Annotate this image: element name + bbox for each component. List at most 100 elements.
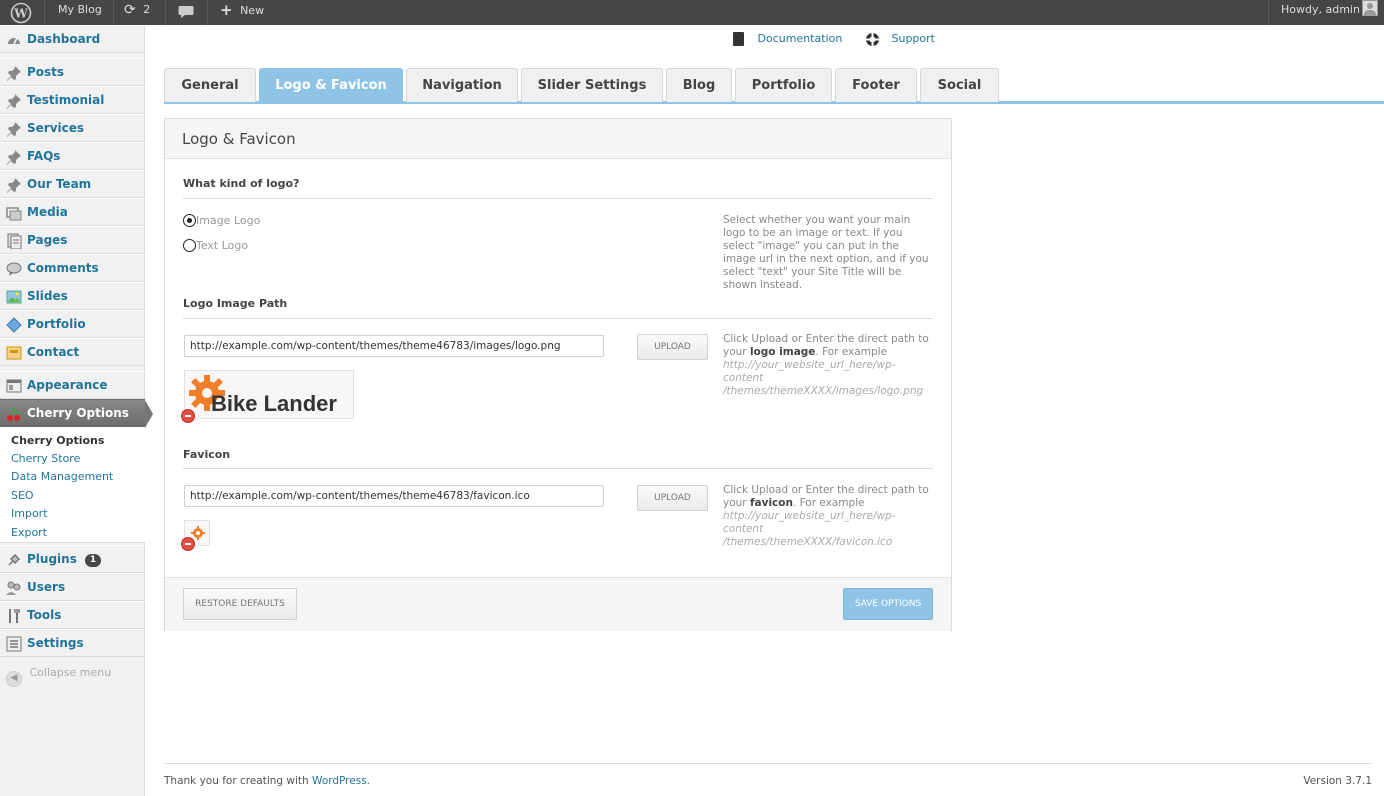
remove-logo-icon[interactable]: [181, 409, 195, 423]
desc-example: http://your_website_url_here/wp-content: [723, 510, 896, 535]
pushpin-icon: [6, 121, 22, 137]
menu-dashboard[interactable]: Dashboard: [0, 25, 145, 53]
svg-text:W: W: [13, 7, 28, 21]
logo-path-input[interactable]: [184, 335, 604, 357]
menu-label: Comments: [27, 261, 99, 275]
submenu-cherry-options[interactable]: Cherry Options: [11, 434, 104, 447]
menu-users[interactable]: Users: [0, 573, 145, 601]
howdy-text: Howdy, admin: [1281, 3, 1360, 16]
page-footer: Thank you for creating with WordPress. V…: [164, 763, 1372, 787]
submenu-data-management[interactable]: Data Management: [11, 470, 113, 483]
footer-text: .: [366, 775, 371, 787]
submenu-seo[interactable]: SEO: [11, 489, 34, 502]
menu-posts[interactable]: Posts: [0, 58, 145, 86]
footer-thanks: Thank you for creating with WordPress.: [164, 775, 370, 787]
wordpress-link[interactable]: WordPress: [312, 775, 367, 787]
desc-text: . For example: [792, 497, 865, 509]
submenu-cherry-store[interactable]: Cherry Store: [11, 452, 80, 465]
pushpin-icon: [6, 177, 22, 193]
desc-bold: logo image: [749, 346, 816, 358]
logo-text: Bike Lander: [211, 391, 337, 416]
menu-portfolio[interactable]: Portfolio: [0, 310, 145, 338]
admin-bar: W My Blog ⟳ 2 + New Howdy, admin: [0, 0, 1384, 25]
new-content-link[interactable]: + New: [220, 0, 264, 25]
radio-label: Image Logo: [196, 214, 261, 227]
comments-icon: [6, 261, 22, 277]
save-options-button[interactable]: SAVE OPTIONS: [843, 588, 933, 620]
avatar[interactable]: [1362, 0, 1378, 16]
menu-services[interactable]: Services: [0, 114, 145, 142]
dashboard-icon: [6, 32, 22, 48]
tab-navigation[interactable]: Navigation: [406, 68, 518, 102]
tab-portfolio[interactable]: Portfolio: [735, 68, 832, 102]
pushpin-icon: [6, 149, 22, 165]
remove-favicon-icon[interactable]: [181, 537, 195, 551]
menu-label: Testimonial: [27, 93, 105, 107]
submenu-import[interactable]: Import: [11, 507, 48, 520]
settings-icon: [6, 636, 22, 652]
logo-path-title: Logo Image Path: [183, 297, 288, 310]
documentation-link[interactable]: Documentation: [733, 32, 842, 46]
pushpin-icon: [6, 93, 22, 109]
tools-icon: [6, 608, 22, 624]
my-account-link[interactable]: Howdy, admin: [1281, 0, 1360, 25]
tab-social[interactable]: Social: [920, 68, 999, 102]
logo-preview: Bike Lander: [184, 370, 354, 419]
menu-slides[interactable]: Slides: [0, 282, 145, 310]
book-icon: [733, 32, 744, 46]
menu-comments[interactable]: Comments: [0, 254, 145, 282]
menu-label: Slides: [27, 289, 68, 303]
tab-footer[interactable]: Footer: [835, 68, 917, 102]
menu-cherry-options[interactable]: Cherry Options: [0, 399, 145, 427]
updates-link[interactable]: ⟳ 2: [124, 0, 150, 25]
tab-logo-favicon[interactable]: Logo & Favicon: [259, 68, 403, 102]
desc-text: . For example: [815, 346, 888, 358]
plugins-update-badge: 1: [84, 554, 102, 567]
tab-blog[interactable]: Blog: [666, 68, 732, 102]
divider: [183, 468, 933, 469]
wordpress-logo-icon[interactable]: W: [10, 2, 32, 27]
cherry-icon: [6, 406, 22, 422]
menu-label: Tools: [27, 608, 62, 622]
site-name-link[interactable]: My Blog: [58, 0, 102, 25]
panel-footer: RESTORE DEFAULTS SAVE OPTIONS: [165, 577, 951, 631]
submenu-export[interactable]: Export: [11, 526, 47, 539]
menu-appearance[interactable]: Appearance: [0, 371, 145, 399]
menu-settings[interactable]: Settings: [0, 629, 145, 657]
radio-image-logo[interactable]: Image Logo: [183, 214, 260, 227]
comment-bubble-icon: [178, 6, 194, 18]
menu-label: Appearance: [27, 378, 108, 392]
tab-slider-settings[interactable]: Slider Settings: [521, 68, 663, 102]
menu-plugins[interactable]: Plugins 1: [0, 545, 145, 573]
collapse-menu-button[interactable]: ◀ Collapse menu: [6, 666, 111, 687]
menu-faqs[interactable]: FAQs: [0, 142, 145, 170]
collapse-arrow-icon: ◀: [6, 671, 22, 687]
menu-tools[interactable]: Tools: [0, 601, 145, 629]
restore-defaults-button[interactable]: RESTORE DEFAULTS: [183, 588, 297, 620]
menu-our-team[interactable]: Our Team: [0, 170, 145, 198]
plug-icon: [6, 552, 22, 568]
refresh-icon: ⟳: [124, 2, 136, 18]
menu-testimonial[interactable]: Testimonial: [0, 86, 145, 114]
menu-label: Dashboard: [27, 32, 101, 46]
radio-text-logo[interactable]: Text Logo: [183, 239, 248, 252]
menu-media[interactable]: Media: [0, 198, 145, 226]
cherry-options-submenu: Cherry Options Cherry Store Data Managem…: [0, 427, 145, 543]
plugins-label: Plugins: [27, 552, 77, 566]
favicon-path-input[interactable]: [184, 485, 604, 507]
version-text: Version 3.7.1: [1303, 775, 1372, 787]
menu-contact[interactable]: Contact: [0, 338, 145, 366]
menu-label: Contact: [27, 345, 80, 359]
menu-label: Posts: [27, 65, 65, 79]
tab-general[interactable]: General: [164, 68, 256, 102]
radio-button[interactable]: [183, 239, 196, 252]
favicon-upload-button[interactable]: UPLOAD: [637, 485, 708, 511]
radio-button-checked[interactable]: [183, 214, 196, 227]
support-link[interactable]: Support: [865, 32, 935, 47]
logo-upload-button[interactable]: UPLOAD: [637, 334, 708, 360]
menu-pages[interactable]: Pages: [0, 226, 145, 254]
menu-label: Plugins 1: [27, 552, 102, 567]
portfolio-icon: [6, 317, 22, 333]
comments-link[interactable]: [178, 3, 194, 28]
collapse-menu-label: Collapse menu: [29, 666, 112, 679]
